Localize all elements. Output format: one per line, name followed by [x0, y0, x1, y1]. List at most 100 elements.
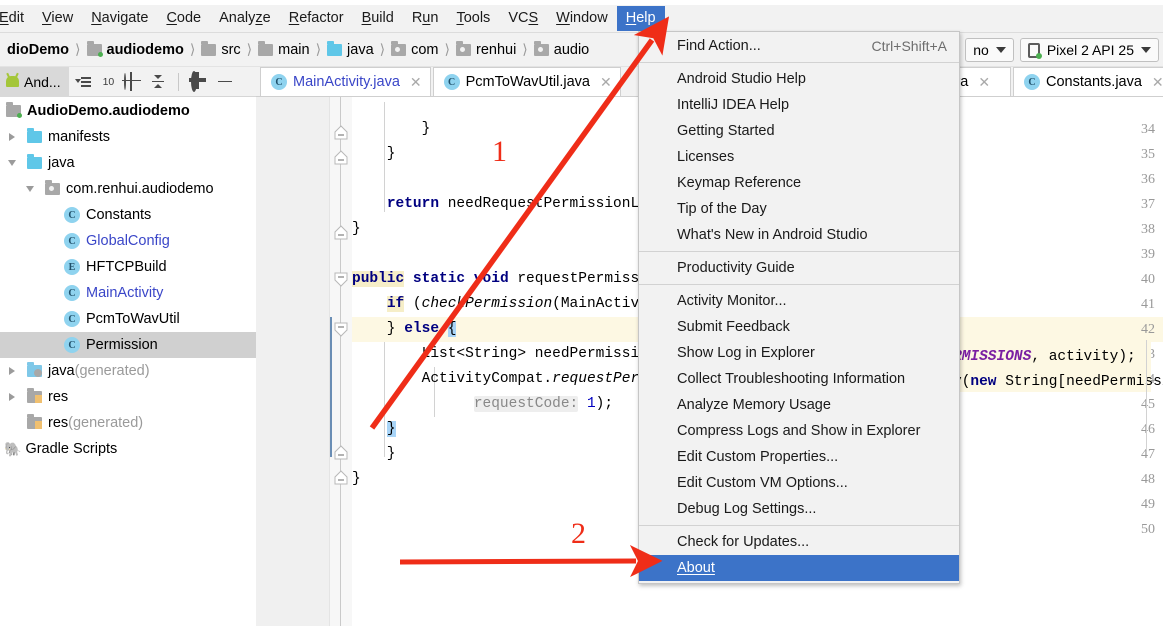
collapse-all-icon[interactable]	[150, 74, 166, 90]
tree-item-gradle-scripts[interactable]: 🐘 Gradle Scripts	[0, 436, 256, 462]
menu-navigate[interactable]: Navigate	[82, 6, 157, 31]
menu-item-productivity-guide[interactable]: Productivity Guide	[639, 255, 959, 281]
menu-item-label: Android Studio Help	[677, 71, 806, 87]
menu-help[interactable]: Help	[616, 6, 665, 31]
menu-item-edit-custom-vm-options[interactable]: Edit Custom VM Options...	[639, 470, 959, 496]
tree-item-globalconfig[interactable]: C GlobalConfig	[0, 228, 256, 254]
chevron-down-icon[interactable]	[22, 176, 37, 202]
menu-divider	[639, 251, 959, 252]
tree-item-constants[interactable]: C Constants	[0, 202, 256, 228]
menu-item-debug-log-settings[interactable]: Debug Log Settings...	[639, 496, 959, 522]
line-number: 49	[1141, 497, 1155, 512]
menu-item-about[interactable]: About	[639, 555, 959, 581]
tree-item-res-generated[interactable]: res (generated)	[0, 410, 256, 436]
class-icon: C	[1024, 74, 1040, 90]
menu-divider	[639, 62, 959, 63]
chevron-right-icon[interactable]	[4, 384, 19, 410]
tree-item-java-generated[interactable]: java (generated)	[0, 358, 256, 384]
code-line-45: ActivityCompat.requestPerm	[352, 371, 648, 387]
tree-item-package-com-renhui-audiodemo[interactable]: com.renhui.audiodemo	[0, 176, 256, 202]
chevron-placeholder-icon	[4, 410, 19, 436]
breadcrumb-separator-icon: ⟩	[379, 41, 386, 57]
tree-item-label: PcmToWavUtil	[86, 311, 180, 327]
menu-code[interactable]: Code	[157, 6, 210, 31]
scroll-from-source-icon[interactable]	[124, 72, 140, 90]
settings-gear-icon[interactable]	[191, 70, 207, 92]
breadcrumb-item-java[interactable]: java	[327, 40, 374, 58]
close-icon[interactable]: ✕	[1152, 74, 1163, 91]
editor-tab-constants[interactable]: C Constants.java ✕	[1013, 67, 1163, 96]
menu-refactor[interactable]: Refactor	[280, 6, 353, 31]
main-menu-bar[interactable]: Edit View Navigate Code Analyze Refactor…	[0, 5, 1163, 33]
menu-item-tip-of-the-day[interactable]: Tip of the Day	[639, 196, 959, 222]
menu-tools[interactable]: Tools	[447, 6, 499, 31]
code-line-48: }	[352, 446, 396, 462]
show-options-icon[interactable]	[74, 74, 95, 90]
menu-item-label: Licenses	[677, 149, 735, 165]
menu-item-intellij-idea-help[interactable]: IntelliJ IDEA Help	[639, 92, 959, 118]
folder-blue-icon	[327, 40, 343, 56]
tree-item-audiodemo-module[interactable]: AudioDemo.audiodemo	[0, 98, 256, 124]
menu-item-submit-feedback[interactable]: Submit Feedback	[639, 314, 959, 340]
chevron-right-icon[interactable]	[4, 358, 19, 384]
line-number: 36	[1141, 172, 1155, 187]
editor-tab-pcmtowavutil[interactable]: C PcmToWavUtil.java ✕	[432, 67, 621, 96]
menu-item-getting-started[interactable]: Getting Started	[639, 118, 959, 144]
menu-item-edit-custom-properties[interactable]: Edit Custom Properties...	[639, 444, 959, 470]
project-panel-tab[interactable]: And...	[0, 66, 69, 97]
menu-item-whats-new[interactable]: What's New in Android Studio	[639, 222, 959, 248]
tree-item-java[interactable]: java	[0, 150, 256, 176]
menu-view[interactable]: View	[33, 6, 82, 31]
menu-item-find-action[interactable]: Find Action... Ctrl+Shift+A	[639, 33, 959, 59]
breadcrumb-item-src[interactable]: src	[201, 40, 241, 58]
breadcrumb-item-com[interactable]: com	[391, 40, 439, 58]
breadcrumb-item-project[interactable]: dioDemo	[2, 42, 69, 58]
menu-divider	[639, 284, 959, 285]
toolbar-right[interactable]: no Pixel 2 API 25	[965, 33, 1163, 67]
project-panel-header[interactable]: And... 10	[0, 66, 256, 97]
device-selector[interactable]: Pixel 2 API 25	[1019, 38, 1159, 62]
menu-item-android-studio-help[interactable]: Android Studio Help	[639, 66, 959, 92]
menu-edit[interactable]: Edit	[0, 6, 33, 31]
hide-panel-icon[interactable]	[217, 74, 233, 90]
tree-item-manifests[interactable]: manifests	[0, 124, 256, 150]
help-menu-popup[interactable]: Find Action... Ctrl+Shift+A Android Stud…	[638, 31, 960, 584]
editor-tab-mainactivity[interactable]: C MainActivity.java ✕	[260, 67, 431, 96]
menu-item-activity-monitor[interactable]: Activity Monitor...	[639, 288, 959, 314]
chevron-down-icon[interactable]	[4, 150, 19, 176]
menu-build[interactable]: Build	[353, 6, 403, 31]
code-fragment-right-1: RMISSIONS, activity);	[953, 349, 1136, 365]
chevron-right-icon[interactable]	[4, 124, 19, 150]
menu-window[interactable]: Window	[547, 6, 617, 31]
device-icon	[1027, 42, 1042, 59]
menu-run[interactable]: Run	[403, 6, 448, 31]
menu-analyze[interactable]: Analyze	[210, 6, 280, 31]
package-icon	[391, 40, 407, 56]
menu-item-compress-logs[interactable]: Compress Logs and Show in Explorer	[639, 418, 959, 444]
tree-item-pcmtowavutil[interactable]: C PcmToWavUtil	[0, 306, 256, 332]
menu-item-show-log-in-explorer[interactable]: Show Log in Explorer	[639, 340, 959, 366]
menu-item-check-for-updates[interactable]: Check for Updates...	[639, 529, 959, 555]
breadcrumb-item-main[interactable]: main	[258, 40, 310, 58]
breadcrumb-label: audio	[553, 41, 590, 58]
project-tree[interactable]: AudioDemo.audiodemo manifests java com.r…	[0, 98, 256, 626]
tree-item-hftcpbuild[interactable]: E HFTCPBuild	[0, 254, 256, 280]
breadcrumb-item-module[interactable]: audiodemo	[86, 40, 184, 58]
menu-vcs[interactable]: VCS	[499, 6, 547, 31]
close-icon[interactable]: ✕	[600, 74, 612, 91]
tree-item-res[interactable]: res	[0, 384, 256, 410]
menu-item-collect-troubleshooting-information[interactable]: Collect Troubleshooting Information	[639, 366, 959, 392]
close-icon[interactable]: ✕	[410, 74, 422, 91]
menu-item-analyze-memory-usage[interactable]: Analyze Memory Usage	[639, 392, 959, 418]
code-folding-column[interactable]	[330, 97, 352, 626]
run-configuration-selector[interactable]: no	[965, 38, 1014, 62]
tree-item-mainactivity[interactable]: C MainActivity	[0, 280, 256, 306]
class-icon: C	[64, 207, 80, 223]
breadcrumb-item-audiodemo-pkg[interactable]: audio	[533, 40, 590, 58]
module-icon	[86, 40, 103, 57]
menu-item-licenses[interactable]: Licenses	[639, 144, 959, 170]
tree-item-permission[interactable]: C Permission	[0, 332, 256, 358]
breadcrumb-item-renhui[interactable]: renhui	[455, 40, 516, 58]
menu-item-keymap-reference[interactable]: Keymap Reference	[639, 170, 959, 196]
close-icon[interactable]: ✕	[978, 74, 990, 91]
